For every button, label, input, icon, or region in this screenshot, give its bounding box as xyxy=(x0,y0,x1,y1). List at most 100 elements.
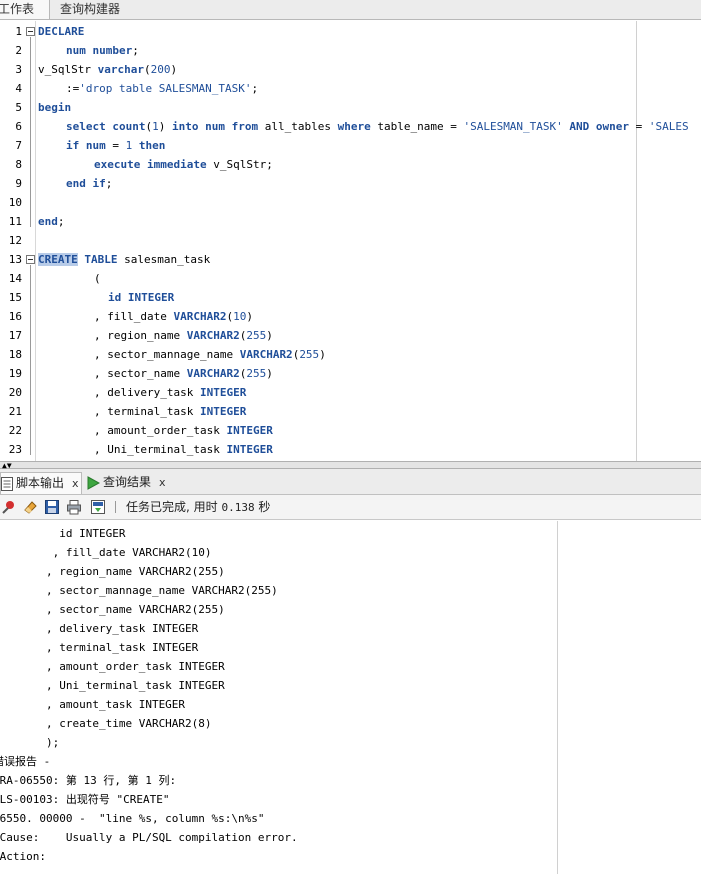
code-line[interactable]: v_SqlStr varchar(200) xyxy=(38,60,177,79)
text-token: , sector_name xyxy=(94,367,187,380)
save-icon[interactable] xyxy=(44,499,60,515)
code-line[interactable]: end; xyxy=(38,212,65,231)
text-token: v_SqlStr; xyxy=(206,158,273,171)
close-script-output-icon[interactable]: x xyxy=(72,477,79,490)
script-output-panel[interactable]: id INTEGER , fill_date VARCHAR2(10) , re… xyxy=(0,521,701,874)
keyword-token: VARCHAR2 xyxy=(239,348,293,361)
line-number: 15 xyxy=(8,291,22,304)
tab-query-builder[interactable]: 查询构建器 xyxy=(60,0,120,19)
text-token: ) xyxy=(246,310,253,323)
line-number: 18 xyxy=(8,348,22,361)
code-line[interactable]: id INTEGER xyxy=(108,288,174,307)
pane-splitter[interactable]: ▲▼ xyxy=(0,461,701,470)
text-token: , amount_order_task xyxy=(94,424,227,437)
output-line: , region_name VARCHAR2(255) xyxy=(0,565,225,578)
toolbar-separator xyxy=(115,501,116,513)
save-output-icon[interactable] xyxy=(90,499,106,515)
output-line: , sector_name VARCHAR2(255) xyxy=(0,603,225,616)
text-token: ) xyxy=(319,348,326,361)
code-line[interactable]: , terminal_task INTEGER xyxy=(94,402,246,421)
keyword-token: into xyxy=(172,120,199,133)
code-line[interactable]: DECLARE xyxy=(38,22,84,41)
collapse-arrows-icon[interactable]: ▲▼ xyxy=(2,462,12,470)
code-line[interactable]: num number; xyxy=(66,41,139,60)
line-number: 17 xyxy=(8,329,22,342)
keyword-token: begin xyxy=(38,101,72,114)
keyword-token: AND xyxy=(569,120,590,133)
code-line[interactable]: end if; xyxy=(66,174,112,193)
output-line: , Uni_terminal_task INTEGER xyxy=(0,679,225,692)
script-output-icon xyxy=(1,476,13,491)
code-line[interactable]: select count(1) into num from all_tables… xyxy=(66,117,689,136)
task-status-text: 任务已完成, 用时 0.138 秒 xyxy=(126,499,270,516)
code-line[interactable]: , region_name VARCHAR2(255) xyxy=(94,326,273,345)
tab-query-builder-label: 查询构建器 xyxy=(60,2,121,16)
text-token: ; xyxy=(105,177,113,190)
keyword-token: id xyxy=(108,291,122,304)
highlighted-keyword: CREATE xyxy=(38,253,78,266)
text-token: ) xyxy=(266,367,273,380)
text-token: ) xyxy=(170,63,178,76)
output-tab-bar: 脚本输出 x 查询结果 x xyxy=(0,469,701,495)
number-token: 1 xyxy=(152,120,159,133)
top-tab-bar: 工作表 查询构建器 xyxy=(0,0,701,20)
right-margin-line xyxy=(636,21,637,461)
output-margin-line xyxy=(557,521,558,874)
tab-worksheet-label: 工作表 xyxy=(0,2,35,16)
line-number: 22 xyxy=(8,424,22,437)
code-line[interactable]: ( xyxy=(94,269,101,288)
tab-script-output[interactable]: 脚本输出 x xyxy=(0,472,82,494)
text-token: salesman_task xyxy=(117,253,211,266)
code-line[interactable]: , amount_order_task INTEGER xyxy=(94,421,273,440)
keyword-token: then xyxy=(138,139,166,152)
code-line[interactable]: , sector_name VARCHAR2(255) xyxy=(94,364,273,383)
keyword-token: TABLE xyxy=(84,253,118,266)
code-line[interactable]: , fill_date VARCHAR2(10) xyxy=(94,307,253,326)
output-line: 错误报告 - xyxy=(0,755,51,768)
code-line[interactable]: CREATE TABLE salesman_task xyxy=(38,250,210,269)
code-line[interactable]: , delivery_task INTEGER xyxy=(94,383,246,402)
fold-collapse-icon[interactable] xyxy=(26,255,35,264)
code-line[interactable]: , sector_mannage_name VARCHAR2(255) xyxy=(94,345,326,364)
line-number: 3 xyxy=(15,63,22,76)
code-line[interactable]: execute immediate v_SqlStr; xyxy=(94,155,273,174)
code-line[interactable]: :='drop table SALESMAN_TASK'; xyxy=(66,79,258,98)
tab-query-result[interactable]: 查询结果 x xyxy=(86,472,186,494)
text-token: , sector_mannage_name xyxy=(94,348,240,361)
keyword-token: end xyxy=(66,177,86,190)
keyword-token: if xyxy=(66,139,80,152)
clear-eraser-icon[interactable] xyxy=(22,499,38,515)
text-token: ; xyxy=(57,215,65,228)
number-token: 10 xyxy=(233,310,247,323)
number-token: 255 xyxy=(299,348,320,361)
keyword-token: owner xyxy=(595,120,630,133)
code-line[interactable]: , Uni_terminal_task INTEGER xyxy=(94,440,273,459)
keyword-token: INTEGER xyxy=(226,443,273,456)
code-line[interactable]: if num = 1 then xyxy=(66,136,165,155)
line-number: 2 xyxy=(15,44,22,57)
fold-guide-line xyxy=(30,265,31,455)
code-line[interactable]: begin xyxy=(38,98,71,117)
text-token: , region_name xyxy=(94,329,187,342)
text-token: , fill_date xyxy=(94,310,174,323)
pin-icon[interactable] xyxy=(1,499,17,515)
line-number: 12 xyxy=(8,234,22,247)
code-area[interactable]: DECLARE num number; v_SqlStr varchar(200):… xyxy=(38,21,701,461)
line-number: 4 xyxy=(15,82,22,95)
tab-query-result-label: 查询结果 xyxy=(103,475,152,489)
text-token: ( xyxy=(94,272,101,285)
fold-collapse-icon[interactable] xyxy=(26,27,35,36)
line-number: 16 xyxy=(8,310,22,323)
keyword-token: INTEGER xyxy=(226,424,273,437)
keyword-token: from xyxy=(231,120,259,133)
keyword-token: end xyxy=(38,215,58,228)
close-query-result-icon[interactable]: x xyxy=(159,476,166,489)
print-icon[interactable] xyxy=(66,499,82,515)
number-token: 200 xyxy=(150,63,171,76)
sql-editor[interactable]: 1 2 3 4 5 6 7 8 9 10 11 12 13 14 15 16 17 18 19 20 21 22 23 DE… xyxy=(0,21,701,461)
output-line: ORA-06550: 第 13 行, 第 1 列: xyxy=(0,774,177,787)
tab-worksheet[interactable]: 工作表 xyxy=(0,0,50,19)
